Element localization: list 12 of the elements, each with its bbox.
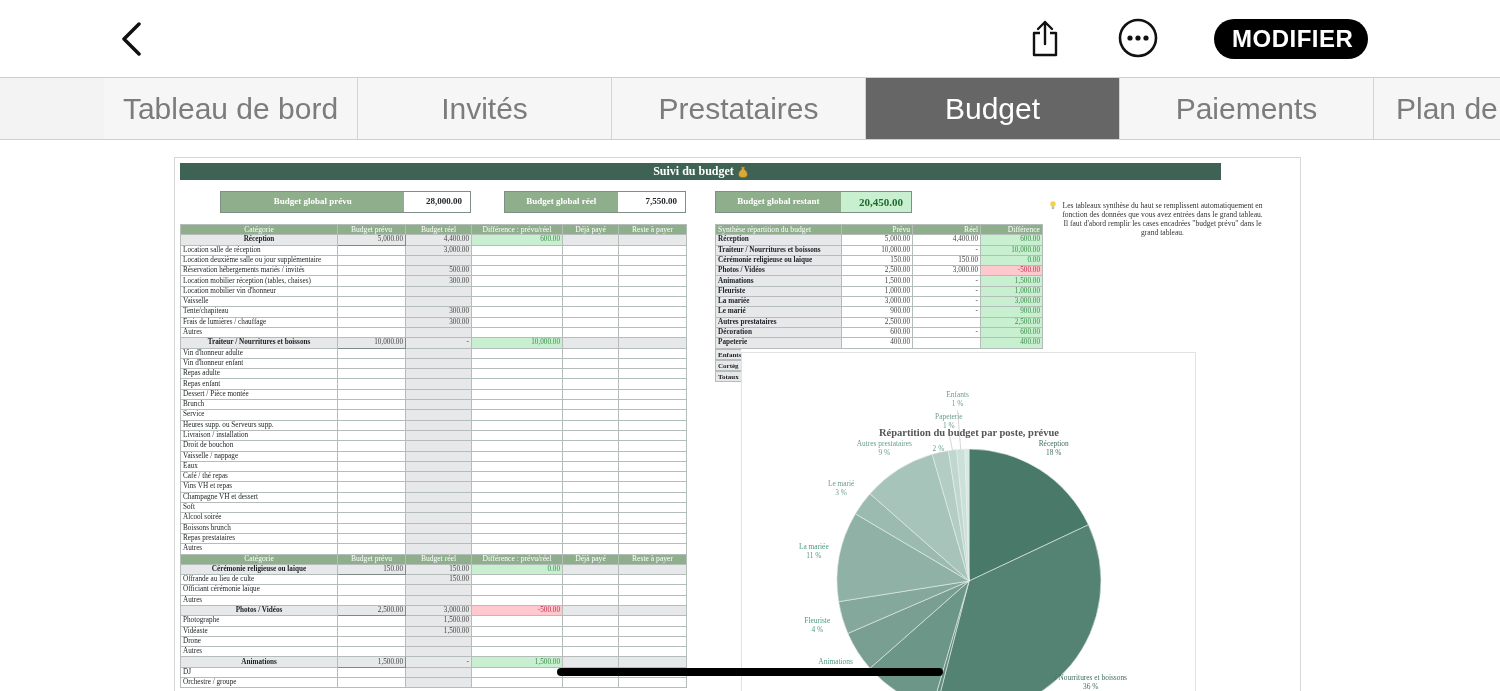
sheet-title: Suivi du budget <box>653 163 734 180</box>
edit-button[interactable]: MODIFIER <box>1214 19 1368 59</box>
back-icon[interactable] <box>120 22 142 56</box>
more-icon[interactable] <box>1118 18 1158 58</box>
total-label: Budget global prévu <box>221 192 405 212</box>
money-bag-icon <box>737 165 748 178</box>
share-icon[interactable] <box>1030 20 1060 57</box>
tab[interactable]: Budget <box>866 78 1120 139</box>
total-label: Budget global réel <box>505 192 618 212</box>
light-bulb-icon <box>1050 201 1056 210</box>
total-label: Budget global restant <box>716 192 841 212</box>
total-value: 20,450.00 <box>840 192 911 212</box>
